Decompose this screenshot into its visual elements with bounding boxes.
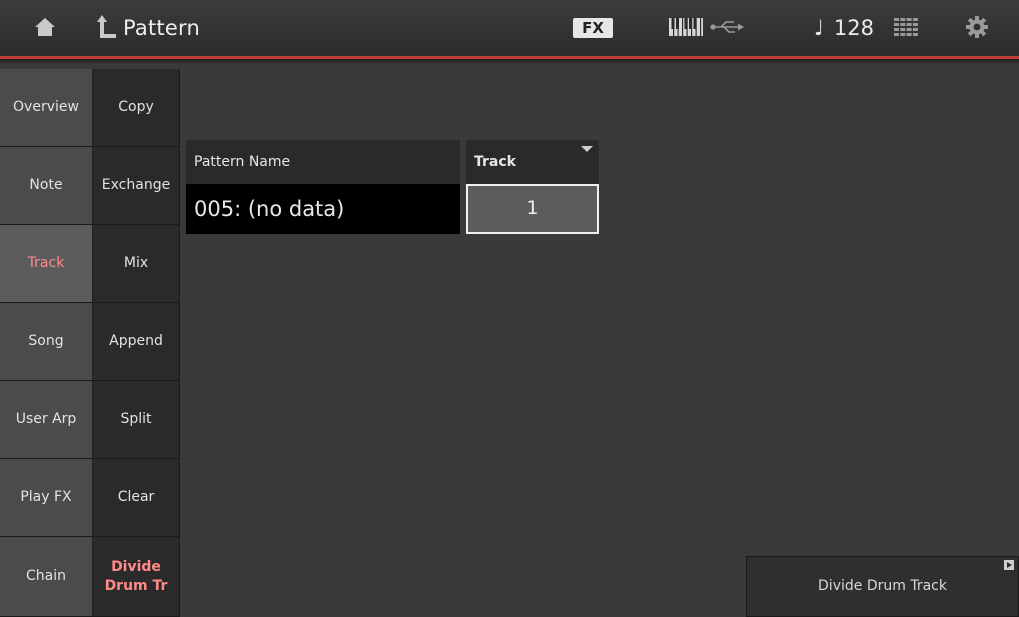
- home-icon[interactable]: [34, 17, 56, 37]
- subfunction-append[interactable]: Append: [93, 303, 180, 381]
- pattern-name-label: Pattern Name: [186, 140, 460, 184]
- gear-icon[interactable]: [966, 16, 988, 38]
- usb-icon: [710, 21, 744, 33]
- subfunction-exchange[interactable]: Exchange: [93, 147, 180, 225]
- subfunction-mix[interactable]: Mix: [93, 225, 180, 303]
- divide-drum-track-button-label: Divide Drum Track: [818, 578, 947, 594]
- fx-badge[interactable]: FX: [573, 18, 613, 38]
- page-title: Pattern: [123, 16, 200, 40]
- category-play-fx[interactable]: Play FX: [0, 459, 93, 537]
- header-bar: Pattern FX ♩ 128: [0, 0, 1019, 56]
- subfunction-copy[interactable]: Copy: [93, 69, 180, 147]
- category-overview[interactable]: Overview: [0, 69, 93, 147]
- play-arrow-icon: [1004, 560, 1014, 570]
- track-label: Track: [466, 140, 599, 184]
- dropdown-triangle-icon: [581, 146, 593, 152]
- track-value-field[interactable]: 1: [466, 184, 599, 234]
- tempo-display[interactable]: ♩ 128: [814, 13, 874, 43]
- back-arrow-icon[interactable]: [97, 15, 117, 39]
- subfunction-split[interactable]: Split: [93, 381, 180, 459]
- tempo-value: 128: [833, 16, 874, 40]
- quarter-note-icon: ♩: [814, 16, 824, 40]
- main-panel: Pattern Name 005: (no data) Track 1 Divi…: [180, 64, 1019, 617]
- category-chain[interactable]: Chain: [0, 537, 93, 617]
- track-label-text: Track: [474, 154, 516, 170]
- keyboard-icon: [669, 18, 703, 36]
- pattern-name-field[interactable]: 005: (no data): [186, 184, 460, 234]
- category-song[interactable]: Song: [0, 303, 93, 381]
- subfunction-divide-drum-track[interactable]: Divide Drum Tr: [93, 537, 180, 617]
- subfunction-clear[interactable]: Clear: [93, 459, 180, 537]
- category-user-arp[interactable]: User Arp: [0, 381, 93, 459]
- pattern-screen: Pattern FX ♩ 128 Overview Note Track Son…: [0, 0, 1019, 617]
- category-track[interactable]: Track: [0, 225, 93, 303]
- grid-icon[interactable]: [894, 18, 918, 36]
- divide-drum-track-button[interactable]: Divide Drum Track: [746, 556, 1019, 617]
- category-note[interactable]: Note: [0, 147, 93, 225]
